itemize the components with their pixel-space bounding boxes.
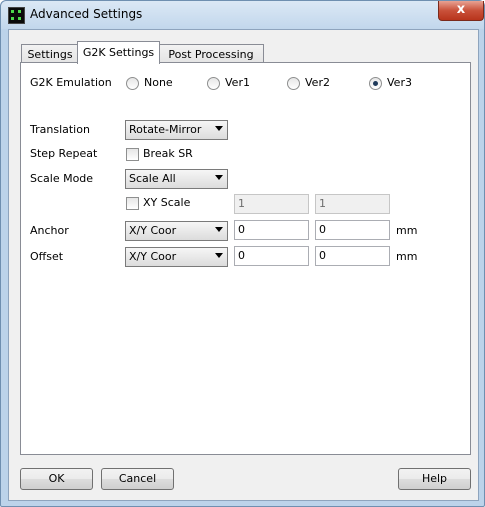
dialog-window: Advanced Settings x Settings G2K Setting… <box>0 0 485 507</box>
anchor-mode-dropdown[interactable]: X/Y Coor <box>125 221 228 241</box>
tab-settings[interactable]: Settings <box>21 44 79 64</box>
radio-none[interactable] <box>126 77 139 90</box>
anchor-y-field[interactable]: 0 <box>315 220 390 240</box>
break-sr-label: Break SR <box>143 147 193 160</box>
anchor-x-value: 0 <box>238 223 245 236</box>
g2k-settings-panel: G2K Emulation None Ver1 Ver2 Ver3 Transl… <box>20 62 471 455</box>
translation-value: Rotate-Mirror <box>129 123 202 136</box>
scale-mode-label: Scale Mode <box>30 172 94 185</box>
chevron-down-icon <box>215 253 223 258</box>
anchor-y-value: 0 <box>319 223 326 236</box>
anchor-x-field[interactable]: 0 <box>234 220 309 240</box>
scale-mode-value: Scale All <box>129 172 176 185</box>
anchor-unit: mm <box>396 224 418 237</box>
offset-mode-dropdown[interactable]: X/Y Coor <box>125 247 228 267</box>
offset-x-field[interactable]: 0 <box>234 246 309 266</box>
xy-scale-y-value: 1 <box>319 197 326 210</box>
xy-scale-x-field[interactable]: 1 <box>234 194 309 214</box>
app-icon <box>8 7 25 24</box>
anchor-label: Anchor <box>30 224 69 237</box>
g2k-emulation-label: G2K Emulation <box>30 76 112 89</box>
step-repeat-label: Step Repeat <box>30 147 98 160</box>
radio-ver1[interactable] <box>207 77 220 90</box>
radio-ver2[interactable] <box>287 77 300 90</box>
cancel-button[interactable]: Cancel <box>101 468 174 490</box>
chevron-down-icon <box>215 175 223 180</box>
help-button[interactable]: Help <box>398 468 471 490</box>
ok-button[interactable]: OK <box>20 468 93 490</box>
radio-ver2-label: Ver2 <box>305 76 330 89</box>
tab-g2k-settings[interactable]: G2K Settings <box>77 41 160 64</box>
xy-scale-x-value: 1 <box>238 197 245 210</box>
offset-x-value: 0 <box>238 249 245 262</box>
break-sr-checkbox[interactable] <box>126 148 139 161</box>
offset-y-value: 0 <box>319 249 326 262</box>
close-icon: x <box>456 2 466 17</box>
dialog-body: Settings G2K Settings Post Processing G2… <box>8 29 479 501</box>
offset-mode-value: X/Y Coor <box>129 250 177 263</box>
xy-scale-y-field[interactable]: 1 <box>315 194 390 214</box>
chevron-down-icon <box>215 126 223 131</box>
xy-scale-checkbox[interactable] <box>126 197 139 210</box>
chevron-down-icon <box>215 227 223 232</box>
radio-ver1-label: Ver1 <box>225 76 250 89</box>
radio-ver3[interactable] <box>369 77 382 90</box>
translation-dropdown[interactable]: Rotate-Mirror <box>125 120 228 140</box>
offset-unit: mm <box>396 250 418 263</box>
offset-y-field[interactable]: 0 <box>315 246 390 266</box>
radio-ver3-label: Ver3 <box>387 76 412 89</box>
tab-post-processing[interactable]: Post Processing <box>158 44 264 64</box>
translation-label: Translation <box>30 123 90 136</box>
window-title: Advanced Settings <box>30 7 143 21</box>
offset-label: Offset <box>30 250 64 263</box>
scale-mode-dropdown[interactable]: Scale All <box>125 169 228 189</box>
xy-scale-label: XY Scale <box>143 196 191 209</box>
close-button[interactable]: x <box>438 1 484 21</box>
title-bar[interactable]: Advanced Settings x <box>1 1 484 29</box>
radio-none-label: None <box>144 76 173 89</box>
anchor-mode-value: X/Y Coor <box>129 224 177 237</box>
